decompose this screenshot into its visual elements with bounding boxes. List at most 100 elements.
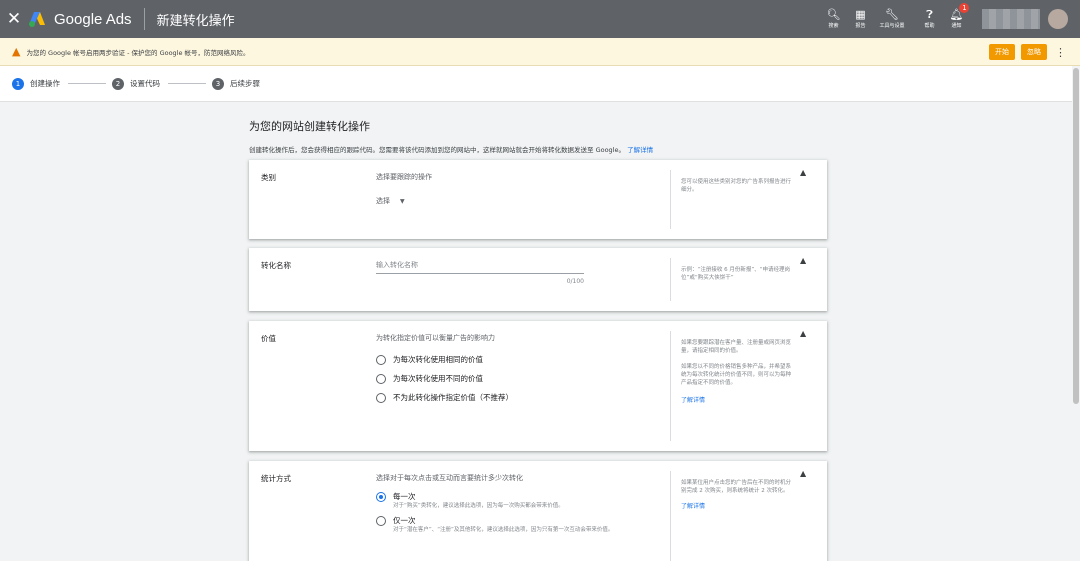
wrench-icon: 🔧︎ bbox=[885, 8, 899, 21]
stepper: 1 创建操作 2 设置代码 3 后续步骤 bbox=[0, 66, 1080, 102]
value-option-same[interactable]: 为每次转化使用相同的价值 bbox=[376, 354, 666, 365]
scrollbar-thumb[interactable] bbox=[1073, 68, 1079, 404]
option-label: 为每次转化使用不同的价值 bbox=[393, 374, 483, 383]
radio-button[interactable] bbox=[376, 373, 386, 384]
notifications-tool[interactable]: 🔔︎ 1 通知 bbox=[943, 3, 970, 30]
account-info[interactable] bbox=[982, 9, 1040, 29]
learn-more-link[interactable]: 了解详情 bbox=[627, 146, 653, 154]
category-prompt: 选择要跟踪的操作 bbox=[376, 173, 432, 181]
dismiss-button[interactable]: 忽略 bbox=[1021, 44, 1047, 60]
tools-settings-tool[interactable]: 🔧︎ 工具与设置 bbox=[874, 8, 910, 30]
conversion-name-label: 转化名称 bbox=[261, 261, 291, 270]
option-description: 对于“购买”类转化，建议选择此选项，因为每一次购买都会带来价值。 bbox=[393, 503, 564, 509]
toolbar: 🔍︎ 搜索 ▦ 报告 🔧︎ 工具与设置 ❓︎ 帮助 🔔︎ 1 通知 bbox=[820, 0, 1080, 38]
option-label: 为每次转化使用相同的价值 bbox=[393, 355, 483, 364]
counting-prompt: 选择对于每次点击或互动而言要统计多少次转化 bbox=[376, 474, 523, 482]
category-card: 类别 选择要跟踪的操作 选择 ▼ 您可以使用这些类别对您的广告系列报告进行细分。… bbox=[249, 160, 827, 239]
warning-text: 为您的 Google 帐号启用两步验证 - 保护您的 Google 帐号，防范网… bbox=[26, 48, 250, 57]
help-divider bbox=[670, 331, 671, 441]
help-divider bbox=[670, 471, 671, 561]
value-option-different[interactable]: 为每次转化使用不同的价值 bbox=[376, 373, 666, 384]
main-header: 为您的网站创建转化操作 创建转化操作后，您会获得相应的跟踪代码。您需要将该代码添… bbox=[249, 118, 827, 156]
counting-body: 选择对于每次点击或互动而言要统计多少次转化 每一次 对于“购买”类转化，建议选择… bbox=[376, 473, 666, 534]
collapse-chevron-icon[interactable]: ▲ bbox=[800, 168, 806, 177]
help-tool[interactable]: ❓︎ 帮助 bbox=[916, 8, 943, 30]
brand-name: Google Ads bbox=[54, 10, 132, 28]
search-tool[interactable]: 🔍︎ 搜索 bbox=[820, 8, 847, 30]
value-card: 价值 为转化指定价值可以衡量广告的影响力 为每次转化使用相同的价值 为每次转化使… bbox=[249, 321, 827, 451]
category-label: 类别 bbox=[261, 173, 276, 182]
notifications-label: 通知 bbox=[951, 23, 962, 29]
search-label: 搜索 bbox=[828, 23, 839, 29]
google-ads-logo-icon bbox=[29, 12, 45, 27]
step-create-action[interactable]: 1 创建操作 bbox=[12, 77, 60, 90]
step-label: 设置代码 bbox=[130, 79, 160, 88]
value-prompt: 为转化指定价值可以衡量广告的影响力 bbox=[376, 334, 495, 342]
form-subtitle: 创建转化操作后，您会获得相应的跟踪代码。您需要将该代码添加到您的网站中，这样就网… bbox=[249, 144, 827, 156]
radio-button[interactable] bbox=[376, 392, 386, 403]
more-vert-icon[interactable]: ⋮ bbox=[1055, 46, 1066, 59]
counting-help: 如果某位用户点击您的广告后在不同的时机分别完成 2 次购买，则系统将统计 2 次… bbox=[681, 479, 793, 511]
step-number: 2 bbox=[112, 77, 124, 90]
counting-label: 统计方式 bbox=[261, 474, 291, 483]
help-icon: ❓︎ bbox=[926, 8, 933, 21]
scrollbar[interactable] bbox=[1072, 66, 1080, 549]
step-number: 3 bbox=[212, 77, 224, 90]
collapse-chevron-icon[interactable]: ▲ bbox=[800, 469, 806, 478]
value-option-none[interactable]: 不为此转化操作指定价值（不推荐） bbox=[376, 392, 666, 403]
form-heading: 为您的网站创建转化操作 bbox=[249, 120, 370, 133]
security-warning-banner: ▲ 为您的 Google 帐号启用两步验证 - 保护您的 Google 帐号，防… bbox=[0, 38, 1080, 66]
tools-settings-label: 工具与设置 bbox=[879, 23, 905, 29]
value-body: 为转化指定价值可以衡量广告的影响力 为每次转化使用相同的价值 为每次转化使用不同… bbox=[376, 333, 666, 403]
divider bbox=[143, 8, 145, 30]
option-label: 不为此转化操作指定价值（不推荐） bbox=[393, 393, 513, 402]
step-connector bbox=[68, 83, 106, 84]
conversion-name-card: 转化名称 输入转化名称 0/100 示例：“注册接收 6 月份新报”、“申请经理… bbox=[249, 248, 827, 311]
help-label: 帮助 bbox=[924, 23, 935, 29]
counting-help-text: 如果某位用户点击您的广告后在不同的时机分别完成 2 次购买，则系统将统计 2 次… bbox=[681, 480, 792, 494]
bell-icon: 🔔︎ 1 bbox=[950, 3, 970, 22]
step-connector bbox=[168, 83, 206, 84]
step-next-steps[interactable]: 3 后续步骤 bbox=[212, 77, 260, 90]
character-counter: 0/100 bbox=[566, 278, 584, 285]
category-select-value: 选择 bbox=[376, 197, 390, 205]
category-body: 选择要跟踪的操作 选择 ▼ bbox=[376, 172, 666, 206]
conversion-name-input[interactable]: 输入转化名称 bbox=[376, 260, 584, 274]
report-label: 报告 bbox=[855, 23, 866, 29]
step-set-up-tag[interactable]: 2 设置代码 bbox=[112, 77, 160, 90]
warning-actions: 开始 忽略 ⋮ bbox=[983, 44, 1066, 60]
collapse-chevron-icon[interactable]: ▲ bbox=[800, 256, 806, 265]
warning-icon: ▲ bbox=[12, 45, 21, 58]
radio-button[interactable] bbox=[376, 354, 386, 365]
category-select[interactable]: 选择 ▼ bbox=[376, 196, 666, 206]
option-text: 仅一次 对于“潜在客户”、“注册”及其他转化，建议选择此选项，因为只有第一次互动… bbox=[393, 516, 613, 534]
step-number: 1 bbox=[12, 77, 24, 90]
step-label: 后续步骤 bbox=[230, 79, 260, 88]
help-divider bbox=[670, 258, 671, 301]
value-help-text-1: 如果您要跟踪潜在客户量、注册量或网页浏览量，请指定相同的价值。 bbox=[681, 340, 792, 354]
value-help: 如果您要跟踪潜在客户量、注册量或网页浏览量，请指定相同的价值。 如果您以不同的价… bbox=[681, 339, 793, 405]
report-tool[interactable]: ▦ 报告 bbox=[847, 8, 874, 30]
close-icon[interactable]: ✕ bbox=[0, 9, 28, 29]
avatar[interactable] bbox=[1048, 9, 1068, 29]
step-label: 创建操作 bbox=[30, 79, 60, 88]
counting-learn-more-link[interactable]: 了解详情 bbox=[681, 503, 793, 511]
start-button[interactable]: 开始 bbox=[989, 44, 1015, 60]
counting-option-one[interactable]: 仅一次 对于“潜在客户”、“注册”及其他转化，建议选择此选项，因为只有第一次互动… bbox=[376, 516, 666, 534]
collapse-chevron-icon[interactable]: ▲ bbox=[800, 329, 806, 338]
counting-option-every[interactable]: 每一次 对于“购买”类转化，建议选择此选项，因为每一次购买都会带来价值。 bbox=[376, 492, 666, 510]
report-icon: ▦ bbox=[855, 8, 866, 21]
option-title: 仅一次 bbox=[393, 516, 416, 525]
top-bar: ✕ Google Ads 新建转化操作 🔍︎ 搜索 ▦ 报告 🔧︎ 工具与设置 … bbox=[0, 0, 1080, 38]
option-title: 每一次 bbox=[393, 492, 416, 501]
radio-button[interactable] bbox=[376, 516, 386, 526]
radio-button-selected[interactable] bbox=[376, 492, 386, 502]
value-learn-more-link[interactable]: 了解详情 bbox=[681, 397, 793, 405]
google-ads-logo: Google Ads bbox=[28, 11, 132, 28]
category-help: 您可以使用这些类别对您的广告系列报告进行细分。 bbox=[681, 179, 792, 193]
conversion-name-body: 输入转化名称 0/100 bbox=[376, 260, 666, 285]
page-title: 新建转化操作 bbox=[156, 13, 235, 29]
counting-card: 统计方式 选择对于每次点击或互动而言要统计多少次转化 每一次 对于“购买”类转化… bbox=[249, 461, 827, 561]
option-text: 每一次 对于“购买”类转化，建议选择此选项，因为每一次购买都会带来价值。 bbox=[393, 492, 564, 510]
option-description: 对于“潜在客户”、“注册”及其他转化，建议选择此选项，因为只有第一次互动会带来价… bbox=[393, 527, 614, 533]
